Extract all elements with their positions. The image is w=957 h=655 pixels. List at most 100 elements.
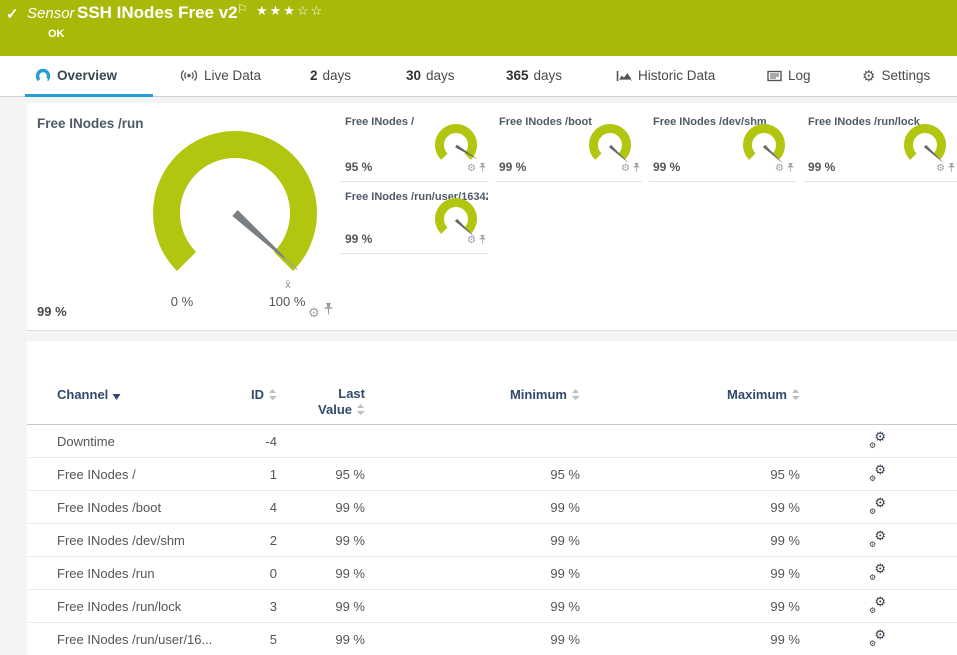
tab-label: days (426, 68, 455, 83)
channel-maximum: 99 % (770, 598, 800, 614)
tab-label: Log (788, 68, 811, 83)
tab-live-data[interactable]: Live Data (170, 56, 271, 97)
channel-id: 4 (269, 499, 277, 515)
channel-minimum: 95 % (550, 466, 580, 482)
tab-label: Historic Data (638, 68, 716, 83)
channel-settings-icon[interactable]: ⚙ ⚙ (869, 495, 886, 516)
channel-maximum: 99 % (770, 499, 800, 515)
tab-365-days[interactable]: 365 days (496, 56, 572, 97)
tab-label: days (533, 68, 563, 83)
channel-settings-icon[interactable]: ⚙ ⚙ (869, 429, 886, 450)
table-row[interactable]: Free INodes /run/lock 3 99 % 99 % 99 % ⚙… (27, 590, 957, 623)
status-check-icon: ✓ (6, 6, 19, 23)
gear-icon[interactable]: ⚙ (308, 306, 320, 319)
tab-30-days[interactable]: 30 days (396, 56, 465, 97)
gear-icon[interactable]: ⚙ (467, 236, 476, 246)
tab-label: Live Data (204, 68, 262, 83)
sensor-title: SSH INodes Free v2 (77, 3, 238, 22)
tab-label: Settings (881, 68, 931, 83)
tab-2-days[interactable]: 2 days (300, 56, 361, 97)
table-row[interactable]: Free INodes / 1 95 % 95 % 95 % ⚙ ⚙ (27, 458, 957, 491)
channel-id: -4 (265, 433, 277, 449)
sort-both-icon (571, 388, 580, 403)
column-header-maximum[interactable]: Maximum (580, 387, 800, 403)
table-row[interactable]: Free INodes /run 0 99 % 99 % 99 % ⚙ ⚙ (27, 557, 957, 590)
pin-icon[interactable] (948, 160, 955, 178)
gauge-icon (35, 58, 51, 98)
gauges-panel: Free INodes /run x̄ 0 % 100 % 99 % ⚙ Fre… (27, 103, 957, 331)
gear-icon[interactable]: ⚙ (621, 164, 630, 174)
channel-maximum: 99 % (770, 565, 800, 581)
table-row[interactable]: Downtime -4 ⚙ ⚙ (27, 425, 957, 458)
tab-historic-data[interactable]: Historic Data (606, 56, 725, 97)
mini-gauge-dev-shm: Free INodes /dev/shm 99 % ⚙ (649, 103, 796, 182)
gauge-value: 99 % (653, 160, 681, 174)
channel-minimum: 99 % (550, 598, 580, 614)
sensor-header: ✓ Sensor SSH INodes Free v2 ⚐ ★★★☆☆ OK (0, 0, 957, 56)
historic-data-icon (616, 58, 632, 98)
channel-last-value: 99 % (335, 532, 365, 548)
sensor-page: ✓ Sensor SSH INodes Free v2 ⚐ ★★★☆☆ OK O… (0, 0, 957, 655)
mini-gauge-run-lock: Free INodes /run/lock 99 % ⚙ (804, 103, 957, 182)
sort-both-icon (268, 388, 277, 403)
table-row[interactable]: Free INodes /boot 4 99 % 99 % 99 % ⚙ ⚙ (27, 491, 957, 524)
mini-gauge-run-user: Free INodes /run/user/16342... 99 % ⚙ (341, 182, 488, 254)
column-header-channel[interactable]: Channel (57, 387, 217, 403)
gear-icon[interactable]: ⚙ (936, 164, 945, 174)
channel-maximum: 95 % (770, 466, 800, 482)
channel-maximum: 99 % (770, 532, 800, 548)
channel-minimum: 99 % (550, 565, 580, 581)
channel-table: Channel ID Last Value Minimum Maximum Dow… (27, 341, 957, 655)
table-row[interactable]: Free INodes /run/user/16... 5 99 % 99 % … (27, 623, 957, 655)
channel-last-value: 99 % (335, 499, 365, 515)
priority-stars[interactable]: ★★★☆☆ (256, 3, 324, 19)
tab-number: 30 (406, 68, 422, 83)
channel-name: Free INodes / (57, 466, 136, 482)
channel-minimum: 99 % (550, 532, 580, 548)
sort-desc-icon (112, 388, 121, 403)
tab-label: days (322, 68, 352, 83)
pin-icon[interactable] (787, 160, 794, 178)
sort-both-icon (791, 388, 800, 403)
tab-log[interactable]: Log (757, 56, 821, 97)
object-kind-label: Sensor (27, 5, 75, 22)
tab-label: Overview (57, 68, 118, 83)
gear-icon[interactable]: ⚙ (467, 164, 476, 174)
tab-number: 365 (506, 68, 529, 83)
gauge-value: 99 % (37, 304, 67, 319)
channel-last-value: 99 % (335, 565, 365, 581)
pin-icon[interactable] (324, 303, 333, 321)
channel-name: Free INodes /boot (57, 499, 162, 515)
live-data-icon (180, 58, 198, 98)
tab-number: 2 (310, 68, 318, 83)
pin-icon[interactable] (633, 160, 640, 178)
column-header-id[interactable]: ID (217, 387, 277, 403)
channel-settings-icon[interactable]: ⚙ ⚙ (869, 627, 886, 648)
channel-settings-icon[interactable]: ⚙ ⚙ (869, 561, 886, 582)
gauge-value: 99 % (499, 160, 527, 174)
channel-last-value: 95 % (335, 466, 365, 482)
pin-icon[interactable] (479, 160, 486, 178)
column-header-last-value[interactable]: Last Value (277, 386, 365, 419)
gear-icon[interactable]: ⚙ (775, 164, 784, 174)
channel-settings-icon[interactable]: ⚙ ⚙ (869, 594, 886, 615)
channel-minimum: 99 % (550, 631, 580, 647)
gauge-value: 95 % (345, 160, 373, 174)
mini-gauge-boot: Free INodes /boot 99 % ⚙ (495, 103, 642, 182)
tab-settings[interactable]: ⚙ Settings (852, 56, 940, 97)
gauge-max-label: 100 % (269, 294, 306, 309)
gauge-min-label: 0 % (171, 294, 194, 309)
sort-both-icon (356, 403, 365, 419)
pin-icon[interactable] (479, 232, 486, 250)
tab-bar: Overview Live Data 2 days 30 days 365 days … (0, 56, 957, 97)
channel-settings-icon[interactable]: ⚙ ⚙ (869, 462, 886, 483)
table-row[interactable]: Free INodes /dev/shm 2 99 % 99 % 99 % ⚙ ⚙ (27, 524, 957, 557)
channel-settings-icon[interactable]: ⚙ ⚙ (869, 528, 886, 549)
channel-last-value: 99 % (335, 598, 365, 614)
priority-flag-icon[interactable]: ⚐ (237, 2, 248, 16)
tab-overview[interactable]: Overview (25, 56, 153, 97)
column-header-minimum[interactable]: Minimum (365, 387, 580, 403)
gear-icon: ⚙ (862, 68, 876, 85)
channel-name: Free INodes /run (57, 565, 155, 581)
gauge-dial: x̄ 0 % 100 % (153, 131, 317, 309)
